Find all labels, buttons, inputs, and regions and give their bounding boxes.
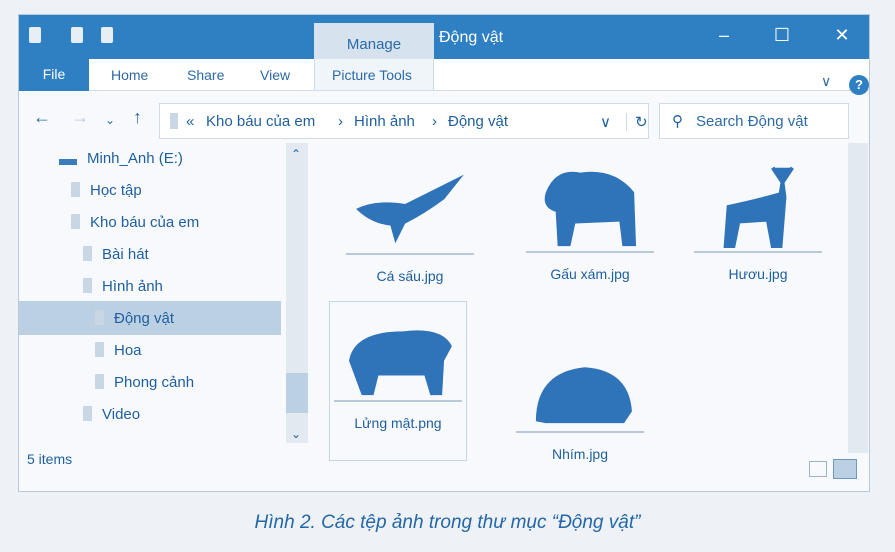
nav-item-label: Phong cảnh [114,374,195,391]
file-name: Hươu.jpg [728,266,788,282]
file-item[interactable]: Nhím.jpg [511,333,649,483]
crocodile-image [346,155,474,255]
up-icon[interactable]: ↑ [133,107,142,128]
folder-icon [95,342,104,357]
nav-item[interactable]: Phong cảnh [95,367,194,399]
nav-item[interactable]: Học tập [71,175,142,207]
honey-badger-image [334,302,462,402]
folder-icon [83,246,92,261]
file-item[interactable]: Cá sấu.jpg [341,155,479,305]
nav-item-label: Học tập [90,182,142,199]
hedgehog-image [516,333,644,433]
nav-item-label: Bài hát [102,246,149,263]
back-icon[interactable]: ← [33,107,51,128]
nav-item[interactable]: Động vật [95,303,174,335]
nav-item[interactable]: Kho báu của em [71,207,199,239]
figure-caption: Hình 2. Các tệp ảnh trong thư mục “Động … [254,512,641,533]
forward-icon[interactable]: → [71,107,89,128]
new-folder-icon[interactable] [101,27,113,43]
chevron-right-icon[interactable]: › [432,113,437,130]
nav-item-label: Động vật [114,310,175,327]
tab-file[interactable]: File [19,59,89,91]
folder-icon [83,278,92,293]
folder-icon [95,374,104,389]
status-item-count: 5 items [27,451,73,467]
overflow-icon[interactable]: « [186,113,194,130]
breadcrumb-dong-vat[interactable]: Động vật [448,113,508,130]
file-name: Gấu xám.jpg [550,266,630,282]
refresh-icon[interactable]: ↻ [626,113,648,131]
nav-item[interactable]: Hoa [95,335,142,367]
nav-item[interactable]: Hình ảnh [83,271,163,303]
file-explorer-window: Manage Động vật – ☐ ✕ File Home Share Vi… [18,14,870,492]
navigation-pane: Minh_Anh (E:) Học tập Kho báu của em Bài há… [19,143,308,443]
folder-icon [71,214,80,229]
help-icon[interactable]: ? [849,75,869,95]
nav-item-label: Hoa [114,342,142,359]
nav-item[interactable]: Video [83,399,140,431]
recent-dropdown-icon[interactable]: ⌄ [105,113,115,127]
file-item[interactable]: Gấu xám.jpg [521,153,659,303]
address-bar[interactable]: « Kho báu của em › Hình ảnh › Động vật ∨… [159,103,649,139]
breadcrumb-hinh-anh[interactable]: Hình ảnh [354,113,415,130]
chevron-right-icon[interactable]: › [338,113,343,130]
tab-share[interactable]: Share [187,67,224,83]
search-icon: ⚲ [672,113,683,130]
minimize-button[interactable]: – [709,25,739,46]
close-button[interactable]: ✕ [827,25,857,46]
file-name: Cá sấu.jpg [376,268,444,284]
file-name: Lửng mật.png [354,415,442,431]
properties-icon[interactable] [71,27,83,43]
expand-ribbon-icon[interactable]: ∨ [821,73,831,90]
drive-icon [59,159,77,165]
ribbon-tabs: File Home Share View Picture Tools ∨ ? [19,59,869,95]
deer-image [694,153,822,253]
nav-item-label: Video [102,406,141,423]
navigation-bar: ← → ⌄ ↑ « Kho báu của em › Hình ảnh › Độ… [19,97,869,143]
window-title: Động vật [439,29,504,46]
content-scrollbar[interactable] [848,143,868,453]
tab-view[interactable]: View [260,67,290,83]
tab-home[interactable]: Home [111,67,148,83]
nav-scroll-thumb[interactable] [286,373,308,413]
large-icons-view-icon[interactable] [833,459,857,479]
nav-item-label: Hình ảnh [102,278,163,295]
folder-icon [170,113,178,129]
maximize-button[interactable]: ☐ [767,25,797,46]
title-bar: Manage Động vật – ☐ ✕ [19,15,869,59]
quick-access-icon[interactable] [29,27,41,43]
scroll-up-icon[interactable]: ⌃ [291,147,301,161]
nav-item[interactable]: Minh_Anh (E:) [59,143,183,175]
file-item[interactable]: Hươu.jpg [689,153,827,303]
nav-item[interactable]: Bài hát [83,239,149,271]
folder-icon [83,406,92,421]
address-dropdown-icon[interactable]: ∨ [600,113,611,131]
file-name: Nhím.jpg [551,446,609,462]
folder-icon [71,182,80,197]
file-item[interactable]: Lửng mật.png [329,301,467,461]
tab-manage[interactable]: Manage [314,23,434,59]
nav-item-label: Minh_Anh (E:) [87,150,183,167]
tab-picture-tools[interactable]: Picture Tools [332,67,412,83]
details-view-icon[interactable] [809,461,827,477]
nav-item-label: Kho báu của em [90,214,200,231]
scroll-down-icon[interactable]: ⌄ [291,427,301,441]
folder-icon [95,310,104,325]
breadcrumb-kho-bau[interactable]: Kho báu của em [206,113,315,130]
search-box[interactable]: ⚲ Search Động vật [659,103,849,139]
bear-image [526,153,654,253]
search-placeholder[interactable]: Search Động vật [696,113,808,130]
